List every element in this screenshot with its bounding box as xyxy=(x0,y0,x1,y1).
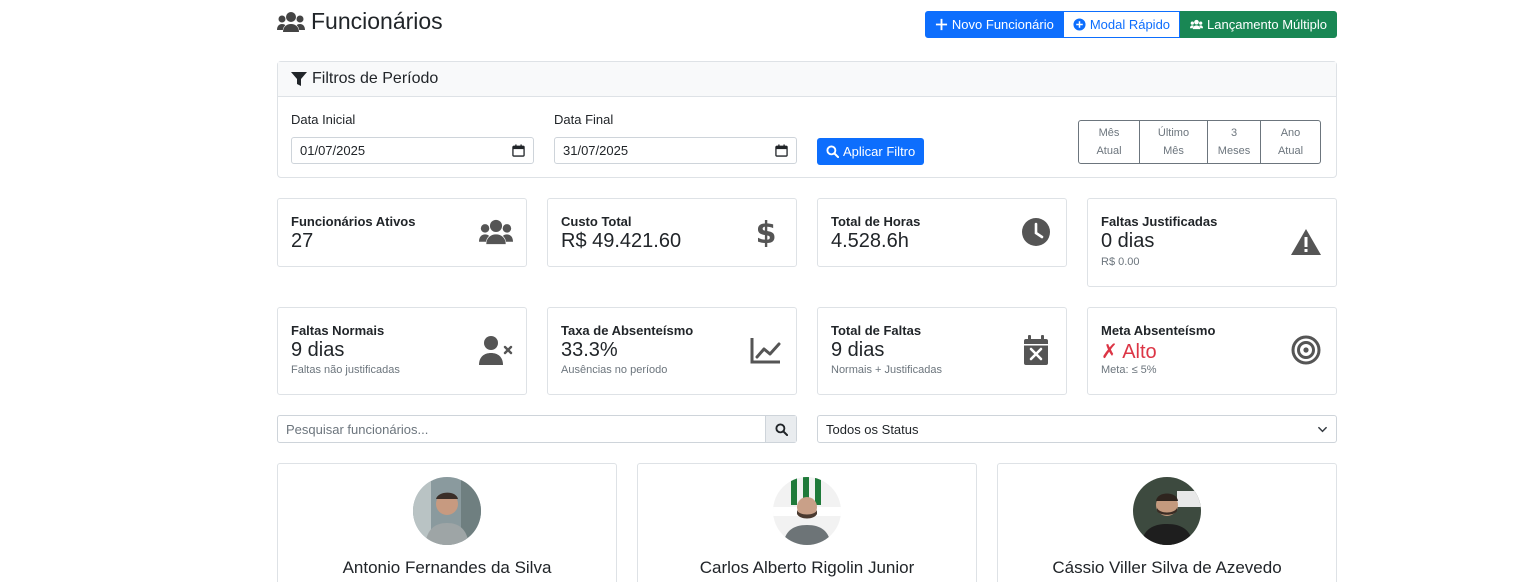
multiple-launch-label: Lançamento Múltiplo xyxy=(1207,17,1327,32)
employee-search: Pesquisar funcionários... xyxy=(277,415,797,443)
stat-subtitle: Faltas não justificadas xyxy=(291,364,400,376)
employee-card[interactable]: Carlos Alberto Rigolin Junior xyxy=(637,463,977,582)
stat-value: 27 xyxy=(291,230,314,252)
stat-title: Faltas Justificadas xyxy=(1101,214,1218,229)
end-date-input[interactable]: 31/07/2025 xyxy=(554,137,797,164)
search-button[interactable] xyxy=(765,416,796,442)
users-icon xyxy=(277,11,305,32)
stat-value: 4.528.6h xyxy=(831,230,909,252)
period-current-year-button[interactable]: Ano Atual xyxy=(1261,121,1320,163)
users-icon xyxy=(479,217,513,247)
users-icon xyxy=(1190,19,1204,30)
stat-card-justified-absences: Faltas Justificadas 0 dias R$ 0.00 xyxy=(1087,198,1337,287)
stat-subtitle: R$ 0.00 xyxy=(1101,256,1140,268)
stat-title: Custo Total xyxy=(561,214,632,229)
stat-card-absenteeism-rate: Taxa de Absenteísmo 33.3% Ausências no p… xyxy=(547,307,797,395)
stat-title: Taxa de Absenteísmo xyxy=(561,323,694,338)
stat-card-total-hours: Total de Horas 4.528.6h xyxy=(817,198,1067,267)
employee-name: Carlos Alberto Rigolin Junior xyxy=(699,558,915,577)
period-current-month-button[interactable]: Mês Atual xyxy=(1079,121,1140,163)
stat-card-normal-absences: Faltas Normais 9 dias Faltas não justifi… xyxy=(277,307,527,395)
page-header: Funcionários Novo Funcionário Modal Rápi… xyxy=(277,8,1337,38)
period-label-line1: Mês xyxy=(1098,127,1120,139)
calendar-x-icon xyxy=(1019,335,1053,365)
target-icon xyxy=(1289,335,1323,365)
period-label-line1: Último xyxy=(1157,127,1190,139)
end-date-label: Data Final xyxy=(554,112,614,127)
header-actions: Novo Funcionário Modal Rápido Lançamento… xyxy=(924,11,1337,38)
search-input[interactable]: Pesquisar funcionários... xyxy=(278,416,765,442)
period-last-month-button[interactable]: Último Mês xyxy=(1140,121,1208,163)
avatar xyxy=(1133,477,1201,545)
chart-line-icon xyxy=(749,335,783,365)
avatar xyxy=(773,477,841,545)
period-label-line1: 3 xyxy=(1230,127,1238,139)
stat-title: Total de Faltas xyxy=(831,323,922,338)
stat-title: Faltas Normais xyxy=(291,323,385,338)
stat-card-absenteeism-goal: Meta Absenteísmo ✗ Alto Meta: ≤ 5% xyxy=(1087,307,1337,395)
user-x-icon xyxy=(479,335,513,365)
warning-icon xyxy=(1289,227,1323,257)
status-select-value: Todos os Status xyxy=(826,421,919,437)
period-3-months-button[interactable]: 3 Meses xyxy=(1208,121,1261,163)
filter-card-title: Filtros de Período xyxy=(312,70,439,87)
stat-title: Total de Horas xyxy=(831,214,921,229)
stat-value: 0 dias xyxy=(1101,230,1155,252)
start-date-label: Data Inicial xyxy=(291,112,356,127)
period-label-line2: Atual xyxy=(1277,145,1304,157)
stat-subtitle: Meta: ≤ 5% xyxy=(1101,364,1157,376)
filter-card-header: Filtros de Período xyxy=(278,62,1336,97)
period-filter-card: Filtros de Período Data Inicial 01/07/20… xyxy=(277,61,1337,178)
chevron-down-icon xyxy=(1318,426,1327,432)
apply-filter-button[interactable]: Aplicar Filtro xyxy=(817,138,925,165)
new-employee-label: Novo Funcionário xyxy=(951,17,1054,32)
stat-card-total-absences: Total de Faltas 9 dias Normais + Justifi… xyxy=(817,307,1067,395)
stat-title: Funcionários Ativos xyxy=(291,214,416,229)
svg-text:$: $ xyxy=(756,217,777,247)
stat-card-active-employees: Funcionários Ativos 27 xyxy=(277,198,527,267)
apply-filter-label: Aplicar Filtro xyxy=(843,144,916,159)
search-icon xyxy=(826,145,839,158)
multiple-launch-button[interactable]: Lançamento Múltiplo xyxy=(1180,11,1337,38)
avatar xyxy=(413,477,481,545)
employee-name: Antonio Fernandes da Silva xyxy=(342,558,552,577)
employee-name: Cássio Viller Silva de Azevedo xyxy=(1052,558,1282,577)
start-date-input[interactable]: 01/07/2025 xyxy=(291,137,534,164)
stat-card-total-cost: Custo Total R$ 49.421.60 $ xyxy=(547,198,797,267)
period-label-line2: Atual xyxy=(1096,145,1122,157)
period-label-line2: Mês xyxy=(1163,145,1184,157)
start-date-value: 01/07/2025 xyxy=(300,143,366,158)
status-select[interactable]: Todos os Status xyxy=(817,415,1337,443)
period-shortcuts: Mês Atual Último Mês 3 Meses Ano Atual xyxy=(1078,120,1321,164)
calendar-icon[interactable] xyxy=(512,144,525,157)
plus-circle-icon xyxy=(1073,18,1086,31)
employee-card[interactable]: Antonio Fernandes da Silva xyxy=(277,463,617,582)
stat-subtitle: Ausências no período xyxy=(561,364,668,376)
calendar-icon[interactable] xyxy=(775,144,788,157)
period-label-line1: Ano xyxy=(1280,127,1301,139)
stat-subtitle: Normais + Justificadas xyxy=(831,364,942,376)
search-icon xyxy=(774,422,788,436)
stat-value: 9 dias xyxy=(831,339,885,361)
page-title: Funcionários xyxy=(277,8,443,35)
clock-icon xyxy=(1019,217,1053,247)
plus-icon xyxy=(935,18,947,31)
quick-modal-label: Modal Rápido xyxy=(1089,17,1171,32)
new-employee-button[interactable]: Novo Funcionário xyxy=(924,11,1064,38)
stat-value: ✗ Alto xyxy=(1101,341,1157,363)
stat-value: R$ 49.421.60 xyxy=(561,230,682,252)
quick-modal-button[interactable]: Modal Rápido xyxy=(1063,11,1181,38)
page-title-text: Funcionários xyxy=(311,8,443,34)
end-date-value: 31/07/2025 xyxy=(563,143,629,158)
filter-icon xyxy=(291,72,307,86)
stat-value: 33.3% xyxy=(561,339,618,361)
stat-value: 9 dias xyxy=(291,339,345,361)
employee-card[interactable]: Cássio Viller Silva de Azevedo xyxy=(997,463,1337,582)
stat-title: Meta Absenteísmo xyxy=(1101,323,1216,338)
period-label-line2: Meses xyxy=(1217,145,1251,157)
dollar-icon: $ xyxy=(749,217,783,247)
